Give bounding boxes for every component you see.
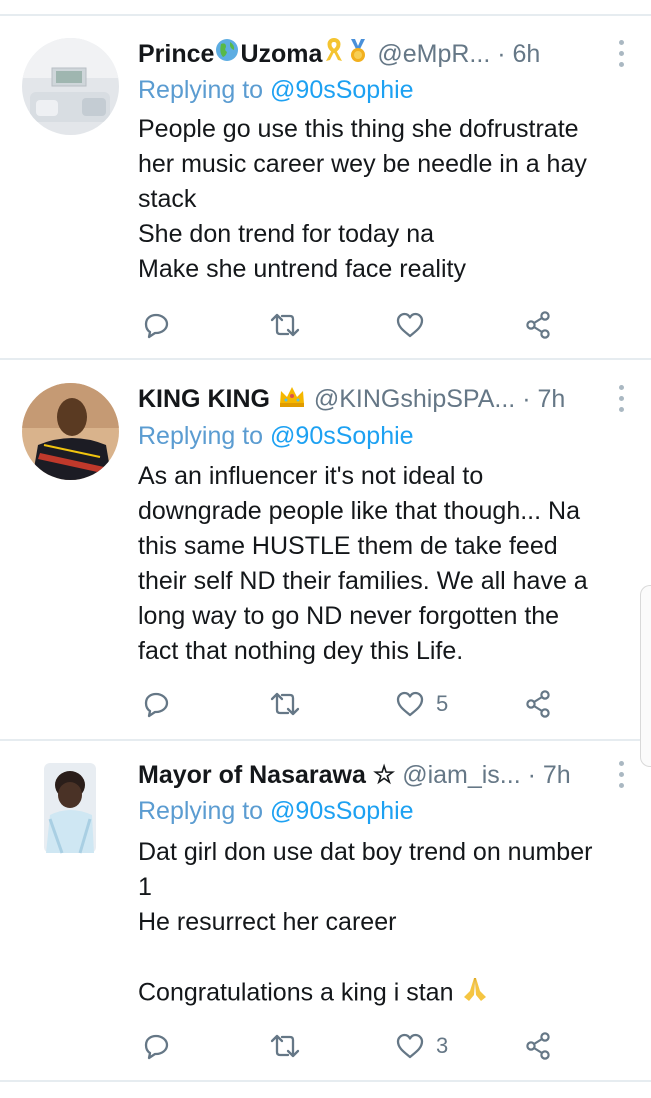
tweet-actions: 3 (138, 1029, 558, 1063)
tweet-text: Dat girl don use dat boy trend on number… (138, 835, 633, 1013)
reply-icon (144, 1034, 169, 1060)
user-handle[interactable]: @eMpR... (377, 40, 490, 68)
replying-to-link[interactable]: @90sSophie (270, 797, 414, 825)
display-name[interactable]: KING KING (138, 385, 270, 413)
like-button[interactable] (394, 308, 436, 342)
tweet-header: Prince Uzoma @eMpR... · 6h (138, 36, 591, 72)
share-icon (526, 1032, 550, 1060)
scrollbar-thumb[interactable] (640, 585, 651, 767)
crown-emoji-icon (277, 382, 307, 418)
tweet-divider (0, 358, 651, 360)
reply-button[interactable] (140, 687, 172, 721)
reply-icon (144, 313, 169, 339)
tweet-divider (0, 739, 651, 741)
display-name[interactable]: Mayor of Nasarawa ☆ (138, 761, 395, 789)
like-button[interactable]: 5 (394, 687, 448, 721)
more-vertical-icon[interactable] (619, 385, 625, 413)
retweet-button[interactable] (268, 687, 302, 721)
tweet-text: As an influencer it's not ideal to downg… (138, 462, 588, 665)
like-count: 3 (436, 1033, 449, 1058)
retweet-button[interactable] (268, 308, 302, 342)
display-name[interactable]: Prince (138, 40, 214, 68)
ribbon-emoji-icon (322, 37, 346, 73)
reply-button[interactable] (140, 1029, 172, 1063)
replying-to: Replying to @90sSophie (138, 794, 414, 828)
avatar-image (22, 759, 119, 856)
replying-prefix: Replying to (138, 797, 264, 825)
replying-to: Replying to @90sSophie (138, 419, 414, 453)
heart-icon (396, 312, 424, 338)
user-handle[interactable]: @KINGshipSPA... (314, 385, 515, 413)
heart-icon (396, 1033, 424, 1059)
share-icon (526, 311, 550, 339)
replying-prefix: Replying to (138, 76, 264, 104)
tweet-text: People go use this thing she dofrustrate… (138, 115, 587, 283)
share-button[interactable] (522, 1029, 554, 1063)
medal-emoji-icon (346, 37, 370, 73)
heart-icon (396, 691, 424, 717)
tweet-actions: 5 (138, 687, 558, 721)
more-vertical-icon[interactable] (619, 761, 625, 789)
avatar-image (22, 383, 119, 480)
avatar[interactable] (22, 759, 119, 856)
retweet-icon (270, 313, 300, 337)
reply-icon (144, 692, 169, 718)
top-divider (0, 14, 651, 16)
bottom-divider (0, 1080, 651, 1082)
share-button[interactable] (522, 687, 554, 721)
retweet-button[interactable] (268, 1029, 302, 1063)
more-vertical-icon[interactable] (619, 40, 625, 68)
avatar-image (22, 38, 119, 135)
display-name-2[interactable]: Uzoma (240, 40, 322, 68)
replying-to-link[interactable]: @90sSophie (270, 76, 414, 104)
retweet-icon (270, 692, 300, 716)
tweet-actions (138, 308, 558, 342)
globe-emoji-icon (214, 37, 240, 73)
reply-button[interactable] (140, 308, 172, 342)
avatar[interactable] (22, 383, 119, 480)
praying-hands-emoji-icon (460, 975, 490, 1013)
avatar[interactable] (22, 38, 119, 135)
tweet-header: KING KING @KINGshipSPA... · 7h (138, 381, 591, 417)
tweet-header: Mayor of Nasarawa ☆ @iam_is... · 7h (138, 757, 591, 793)
tweet-time[interactable]: · 7h (528, 761, 571, 789)
tweet-time[interactable]: · 6h (497, 40, 540, 68)
replying-to: Replying to @90sSophie (138, 73, 414, 107)
share-icon (526, 690, 550, 718)
tweet-text-content: Dat girl don use dat boy trend on number… (138, 838, 593, 1007)
like-button[interactable]: 3 (394, 1029, 448, 1063)
retweet-icon (270, 1034, 300, 1058)
replying-to-link[interactable]: @90sSophie (270, 422, 414, 450)
like-count: 5 (436, 691, 449, 716)
share-button[interactable] (522, 308, 554, 342)
tweet-time[interactable]: · 7h (522, 385, 565, 413)
replying-prefix: Replying to (138, 422, 264, 450)
user-handle[interactable]: @iam_is... (402, 761, 520, 789)
